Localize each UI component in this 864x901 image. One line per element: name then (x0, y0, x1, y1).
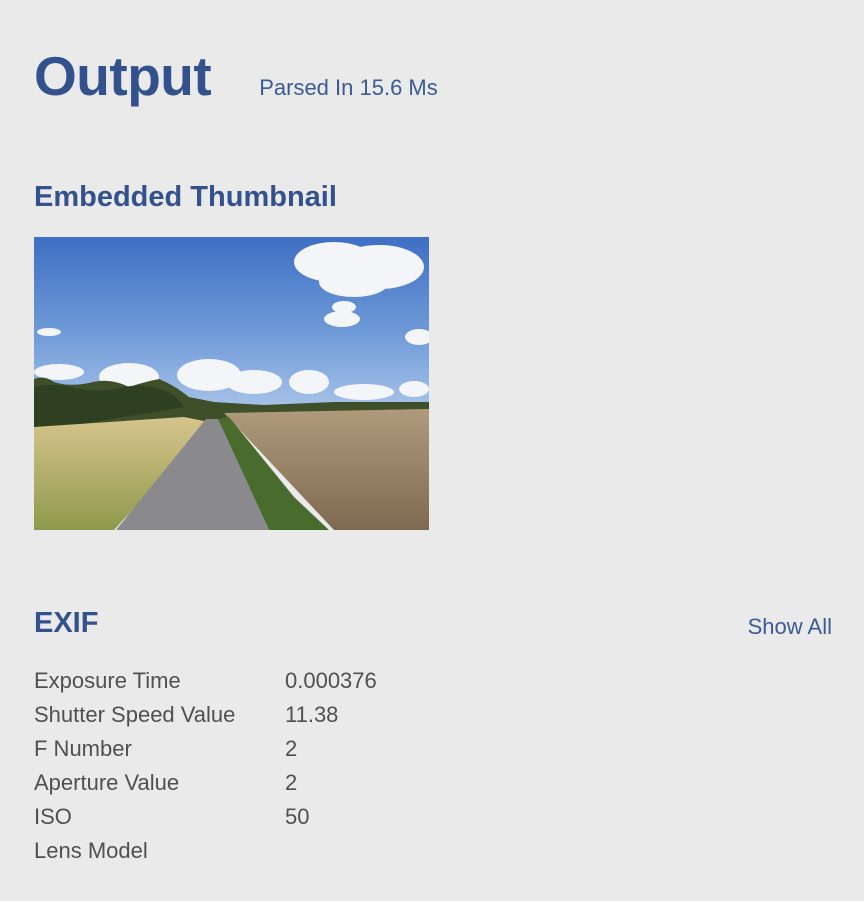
exif-key: F Number (34, 736, 132, 761)
exif-value: 2 (285, 736, 298, 761)
exif-value (285, 834, 377, 868)
parse-time-label: Parsed In 15.6 Ms (259, 75, 438, 100)
page-title: Output (34, 45, 212, 107)
exif-key: Lens Model (34, 838, 148, 863)
exif-value: 11.38 (285, 702, 339, 727)
embedded-thumbnail-image (34, 237, 429, 530)
exif-key: Exposure Time (34, 668, 181, 693)
exif-key: Shutter Speed Value (34, 702, 236, 727)
exif-value: 2 (285, 770, 298, 795)
show-all-link[interactable]: Show All (748, 614, 832, 640)
exif-value: 0.000376 (285, 668, 377, 693)
exif-key: Aperture Value (34, 770, 180, 795)
exif-row: ISO 50 (34, 800, 377, 834)
exif-row: Aperture Value 2 (34, 766, 377, 800)
exif-table: Exposure Time 0.000376 Shutter Speed Val… (34, 664, 377, 868)
exif-key: ISO (34, 804, 72, 829)
exif-row: Lens Model (34, 834, 377, 868)
exif-row: Exposure Time 0.000376 (34, 664, 377, 698)
exif-row: F Number 2 (34, 732, 377, 766)
exif-section-title: EXIF (34, 607, 99, 639)
exif-value: 50 (285, 804, 310, 829)
output-header: Output Parsed In 15.6 Ms (34, 44, 438, 108)
thumbnail-section-title: Embedded Thumbnail (34, 181, 337, 213)
exif-row: Shutter Speed Value 11.38 (34, 698, 377, 732)
